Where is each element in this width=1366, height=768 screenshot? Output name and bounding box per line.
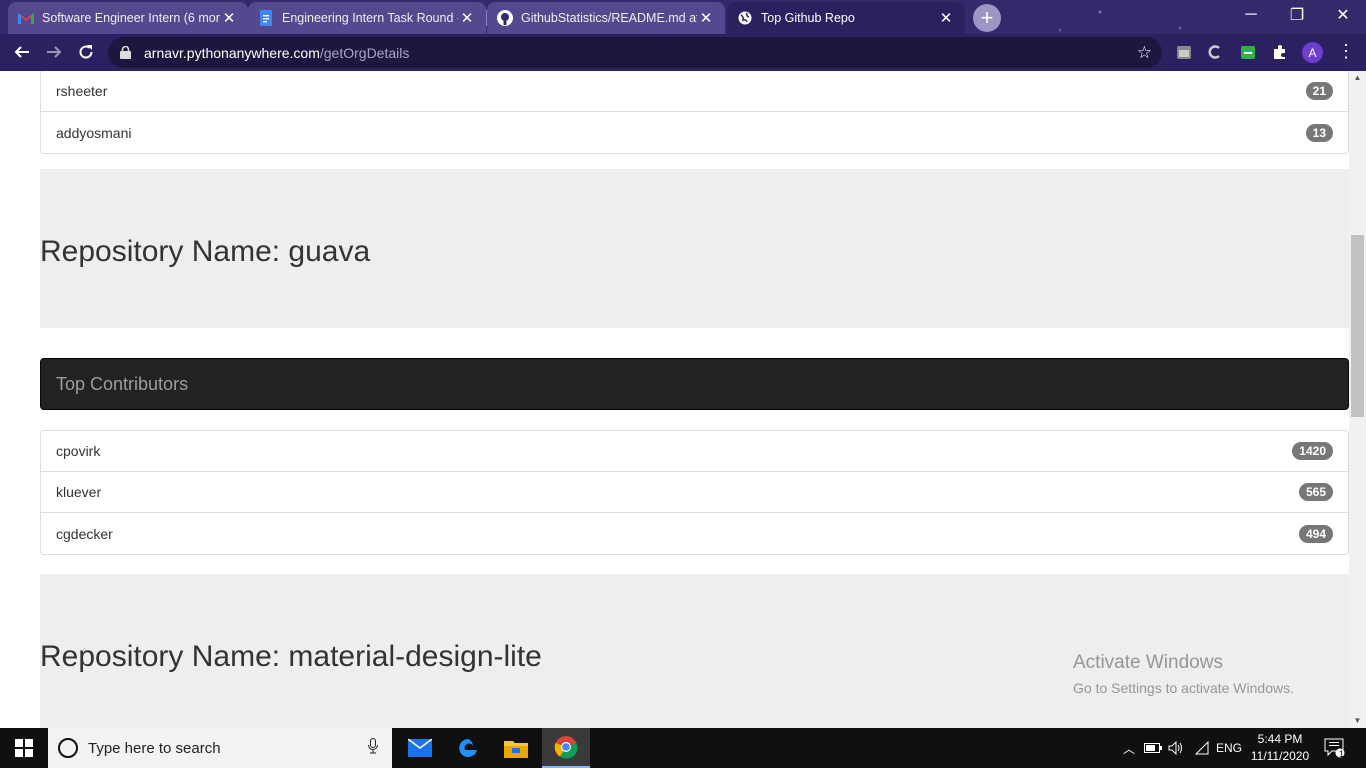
tab-google-docs[interactable]: Engineering Intern Task Round - ✕ bbox=[248, 2, 487, 34]
windows-start-icon[interactable] bbox=[0, 728, 48, 768]
search-placeholder: Type here to search bbox=[88, 739, 221, 757]
extension-calendar-icon[interactable] bbox=[1174, 42, 1194, 62]
reload-icon bbox=[79, 45, 93, 59]
taskbar-search-input[interactable]: Type here to search bbox=[48, 728, 392, 768]
browser-toolbar: arnavr.pythonanywhere.com/getOrgDetails … bbox=[0, 34, 1366, 71]
github-icon bbox=[497, 10, 513, 26]
show-hidden-icons-chevron-up-icon[interactable]: ︿ bbox=[1120, 728, 1138, 768]
watermark-title: Activate Windows bbox=[1073, 652, 1223, 673]
extensions-puzzle-icon[interactable] bbox=[1270, 42, 1290, 62]
close-window-button[interactable]: ✕ bbox=[1320, 0, 1366, 30]
scroll-up-arrow-icon[interactable]: ▲ bbox=[1349, 71, 1366, 85]
commit-count-badge: 1420 bbox=[1292, 442, 1333, 460]
back-button[interactable] bbox=[8, 38, 36, 66]
minimize-button[interactable]: ─ bbox=[1228, 0, 1274, 30]
activate-windows-watermark: Activate Windows Go to Settings to activ… bbox=[1073, 652, 1294, 696]
scrollbar-thumb[interactable] bbox=[1351, 235, 1364, 417]
contributors-list-previous: rsheeter 21 addyosmani 13 bbox=[40, 71, 1349, 154]
cortana-circle-icon bbox=[58, 738, 78, 758]
arrow-right-icon bbox=[47, 46, 62, 58]
scroll-down-arrow-icon[interactable]: ▼ bbox=[1349, 714, 1366, 728]
repo-heading: Repository Name: guava bbox=[40, 235, 371, 268]
vertical-scrollbar[interactable]: ▲ ▼ bbox=[1349, 71, 1366, 728]
bookmark-star-icon[interactable]: ☆ bbox=[1137, 43, 1152, 63]
tab-title: Engineering Intern Task Round - bbox=[282, 11, 458, 25]
kebab-menu-icon[interactable]: ⋮ bbox=[1337, 41, 1355, 63]
watermark-subtitle: Go to Settings to activate Windows. bbox=[1073, 680, 1294, 696]
list-item: cpovirk 1420 bbox=[41, 431, 1348, 472]
wifi-icon[interactable] bbox=[1192, 728, 1212, 768]
close-tab-icon[interactable]: ✕ bbox=[697, 9, 715, 27]
lock-icon bbox=[120, 46, 134, 60]
docs-icon bbox=[258, 10, 274, 26]
commit-count-badge: 494 bbox=[1298, 524, 1333, 543]
contributor-name: cgdecker bbox=[56, 525, 113, 542]
repo-heading: Repository Name: material-design-lite bbox=[40, 640, 542, 673]
new-tab-button[interactable]: + bbox=[973, 4, 1001, 32]
commit-count-badge: 565 bbox=[1298, 483, 1333, 501]
clock-date: 11/11/2020 bbox=[1250, 749, 1310, 763]
close-tab-icon[interactable]: ✕ bbox=[220, 9, 238, 27]
clock-time: 5:44 PM bbox=[1257, 732, 1303, 746]
action-center-notification-icon[interactable]: 1 bbox=[1320, 728, 1350, 768]
file-explorer-icon[interactable] bbox=[492, 728, 540, 768]
page-viewport: rsheeter 21 addyosmani 13 Repository Nam… bbox=[0, 71, 1349, 728]
commit-count-badge: 13 bbox=[1305, 123, 1333, 142]
tab-github[interactable]: GithubStatistics/README.md at m ✕ bbox=[487, 2, 725, 34]
close-tab-icon[interactable]: ✕ bbox=[937, 9, 955, 27]
profile-avatar[interactable]: A bbox=[1302, 42, 1323, 63]
tab-strip: Software Engineer Intern (6 mont ✕ Engin… bbox=[0, 0, 1366, 34]
mail-app-icon[interactable] bbox=[396, 728, 444, 768]
repo-jumbotron: Repository Name: material-design-lite bbox=[40, 574, 1349, 728]
extension-avg-icon[interactable] bbox=[1238, 42, 1258, 62]
notification-count: 1 bbox=[1339, 749, 1345, 759]
list-item: addyosmani 13 bbox=[41, 112, 1348, 153]
list-item: kluever 565 bbox=[41, 472, 1348, 513]
input-language[interactable]: ENG bbox=[1214, 728, 1244, 768]
gmail-icon bbox=[18, 10, 34, 26]
tab-top-github-repo[interactable]: Top Github Repo ✕ bbox=[727, 2, 965, 34]
contributor-name: rsheeter bbox=[56, 83, 108, 99]
commit-count-badge: 21 bbox=[1305, 82, 1333, 100]
microphone-icon[interactable] bbox=[368, 738, 378, 759]
reload-button[interactable] bbox=[72, 38, 100, 66]
contributors-list: cpovirk 1420 kluever 565 cgdecker 494 bbox=[40, 430, 1349, 555]
top-contributors-panel: Top Contributors bbox=[40, 358, 1349, 410]
taskbar-clock[interactable]: 5:44 PM 11/11/2020 bbox=[1244, 731, 1316, 765]
tab-title: Software Engineer Intern (6 mont bbox=[42, 11, 220, 25]
url-host: arnavr.pythonanywhere.com bbox=[144, 44, 320, 61]
tab-gmail[interactable]: Software Engineer Intern (6 mont ✕ bbox=[8, 2, 249, 34]
list-item: cgdecker 494 bbox=[41, 513, 1348, 554]
volume-icon[interactable] bbox=[1166, 728, 1186, 768]
chrome-app-icon[interactable] bbox=[542, 728, 590, 768]
contributor-name: cpovirk bbox=[56, 443, 101, 459]
arrow-left-icon bbox=[14, 46, 29, 58]
forward-button[interactable] bbox=[40, 38, 68, 66]
close-tab-icon[interactable]: ✕ bbox=[458, 9, 476, 27]
windows-taskbar: Type here to search ︿ ENG 5:44 PM 11/11/… bbox=[0, 728, 1366, 768]
edge-browser-icon[interactable] bbox=[444, 728, 492, 768]
tab-title: GithubStatistics/README.md at m bbox=[521, 11, 697, 25]
address-bar[interactable]: arnavr.pythonanywhere.com/getOrgDetails … bbox=[108, 37, 1162, 68]
list-item: rsheeter 21 bbox=[41, 71, 1348, 112]
restore-button[interactable]: ❐ bbox=[1274, 0, 1320, 30]
extension-c-icon[interactable] bbox=[1205, 42, 1225, 62]
tab-title: Top Github Repo bbox=[761, 11, 855, 25]
battery-icon[interactable] bbox=[1142, 728, 1164, 768]
globe-icon bbox=[737, 10, 753, 26]
repo-jumbotron: Repository Name: guava bbox=[40, 169, 1349, 328]
contributor-name: addyosmani bbox=[56, 124, 132, 141]
contributor-name: kluever bbox=[56, 484, 102, 500]
url-path: /getOrgDetails bbox=[319, 44, 410, 61]
